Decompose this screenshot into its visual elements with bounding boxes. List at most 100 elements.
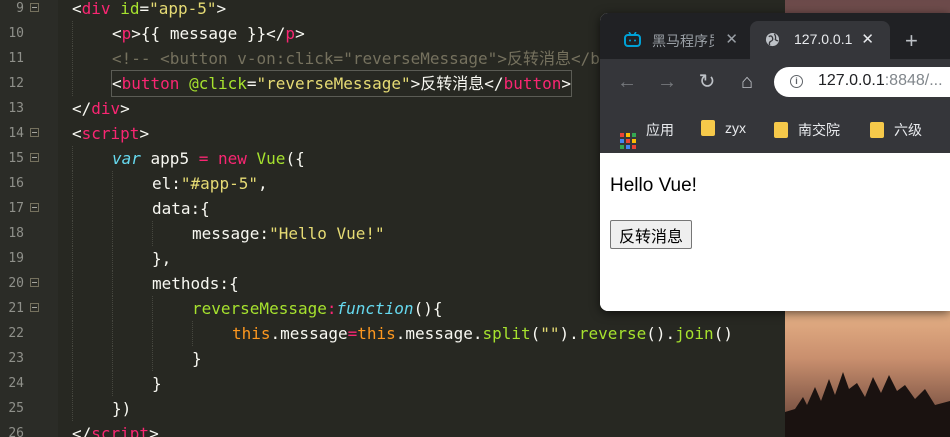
line-number: 11 — [8, 51, 24, 66]
apps-grid-icon — [620, 133, 636, 149]
line-number: 16 — [8, 176, 24, 191]
line-number: 14 — [8, 126, 24, 141]
line-number: 20 — [8, 276, 24, 291]
browser-toolbar: ← → ↻ ⌂ i 127.0.0.1:8848/... — [600, 59, 950, 105]
indent-guide — [112, 371, 114, 396]
code-text: methods:{ — [152, 274, 239, 293]
fold-toggle-icon[interactable] — [30, 3, 39, 12]
tab-title: 127.0.0.1 — [794, 31, 852, 47]
bookmarks-bar: 应用 zyx 南交院 六级 — [600, 105, 950, 153]
page-content: Hello Vue! 反转消息 — [600, 153, 950, 311]
line-number: 15 — [8, 151, 24, 166]
tab-localhost[interactable]: 127.0.0.1 ✕ — [750, 21, 890, 59]
bilibili-tv-icon — [624, 32, 641, 47]
code-line[interactable]: 26 </script> — [0, 421, 785, 437]
line-number: 12 — [8, 76, 24, 91]
code-line[interactable]: 25}) — [0, 396, 785, 421]
folder-icon — [774, 122, 788, 138]
close-icon[interactable]: ✕ — [725, 30, 738, 48]
indent-guide — [72, 171, 74, 196]
bookmark-nanjiaoyuan[interactable]: 南交院 — [774, 120, 840, 140]
line-number: 19 — [8, 251, 24, 266]
indent-guide — [72, 371, 74, 396]
code-line[interactable]: 22 this.message=this.message.split("").re… — [0, 321, 785, 346]
indent-guide — [112, 321, 114, 346]
indent-guide — [72, 21, 74, 46]
back-arrow-icon[interactable]: ← — [614, 69, 640, 95]
info-icon[interactable]: i — [790, 75, 803, 88]
fold-toggle-icon[interactable] — [30, 153, 39, 162]
code-text: </script> — [72, 424, 159, 437]
code-text: var app5 = new Vue({ — [112, 149, 305, 168]
indent-guide — [72, 346, 74, 371]
bookmark-apps[interactable]: 应用 — [620, 120, 674, 149]
line-number: 9 — [16, 1, 24, 16]
fold-toggle-icon[interactable] — [30, 278, 39, 287]
code-text: </div> — [72, 99, 130, 118]
fold-toggle-icon[interactable] — [30, 203, 39, 212]
line-number: 21 — [8, 301, 24, 316]
indent-guide — [72, 396, 74, 421]
forward-arrow-icon[interactable]: → — [654, 69, 680, 95]
tree-silhouette — [785, 372, 950, 437]
indent-guide — [72, 271, 74, 296]
indent-guide — [112, 271, 114, 296]
indent-guide — [72, 71, 74, 96]
reload-icon[interactable]: ↻ — [694, 69, 720, 95]
indent-guide — [152, 221, 154, 246]
tab-title: 黑马程序员 — [652, 33, 714, 49]
code-text: }, — [152, 249, 172, 268]
code-line[interactable]: 23} — [0, 346, 785, 371]
tab-heima[interactable]: 黑马程序员 ✕ — [614, 21, 750, 59]
indent-guide — [112, 221, 114, 246]
code-line[interactable]: 24} — [0, 371, 785, 396]
indent-guide — [112, 346, 114, 371]
indent-guide — [152, 321, 154, 346]
indent-guide — [72, 221, 74, 246]
line-number: 17 — [8, 201, 24, 216]
code-text: }) — [112, 399, 132, 418]
code-text: <div id="app-5"> — [72, 0, 227, 18]
indent-guide — [192, 321, 194, 346]
fold-toggle-icon[interactable] — [30, 128, 39, 137]
line-number: 23 — [8, 351, 24, 366]
address-bar[interactable]: i 127.0.0.1:8848/... — [774, 67, 950, 97]
code-text: reverseMessage:function(){ — [192, 299, 443, 318]
line-number: 13 — [8, 101, 24, 116]
code-text: <script> — [72, 124, 150, 143]
home-icon[interactable]: ⌂ — [734, 69, 760, 95]
indent-guide — [112, 246, 114, 271]
line-number: 18 — [8, 226, 24, 241]
line-number: 25 — [8, 401, 24, 416]
fold-toggle-icon[interactable] — [30, 303, 39, 312]
indent-guide — [72, 196, 74, 221]
message-text: Hello Vue! — [610, 175, 697, 196]
bookmark-liuji[interactable]: 六级 — [870, 120, 922, 140]
indent-guide — [112, 196, 114, 221]
indent-guide — [72, 296, 74, 321]
folder-icon — [701, 120, 715, 136]
reverse-message-button[interactable]: 反转消息 — [610, 220, 693, 249]
code-text: } — [192, 349, 202, 368]
indent-guide — [152, 296, 154, 321]
indent-guide — [112, 171, 114, 196]
folder-icon — [870, 122, 884, 138]
line-number: 26 — [8, 426, 24, 437]
indent-guide — [72, 321, 74, 346]
line-number: 22 — [8, 326, 24, 341]
browser-window[interactable]: 黑马程序员 ✕ 127.0.0.1 ✕ + ← → ↻ ⌂ i 127.0.0.… — [600, 13, 950, 311]
code-text: <!-- <button v-on:click="reverseMessage"… — [112, 49, 600, 68]
new-tab-button[interactable]: + — [905, 30, 918, 52]
code-text: } — [152, 374, 162, 393]
close-icon[interactable]: ✕ — [861, 30, 874, 48]
bookmark-zyx[interactable]: zyx — [701, 120, 746, 136]
indent-guide — [72, 46, 74, 71]
globe-icon — [765, 32, 780, 47]
url-text: 127.0.0.1:8848/... — [818, 72, 943, 89]
line-number: 10 — [8, 26, 24, 41]
code-text: el:"#app-5", — [152, 174, 268, 193]
code-text: message:"Hello Vue!" — [192, 224, 385, 243]
line-number: 24 — [8, 376, 24, 391]
indent-guide — [152, 346, 154, 371]
indent-guide — [72, 246, 74, 271]
